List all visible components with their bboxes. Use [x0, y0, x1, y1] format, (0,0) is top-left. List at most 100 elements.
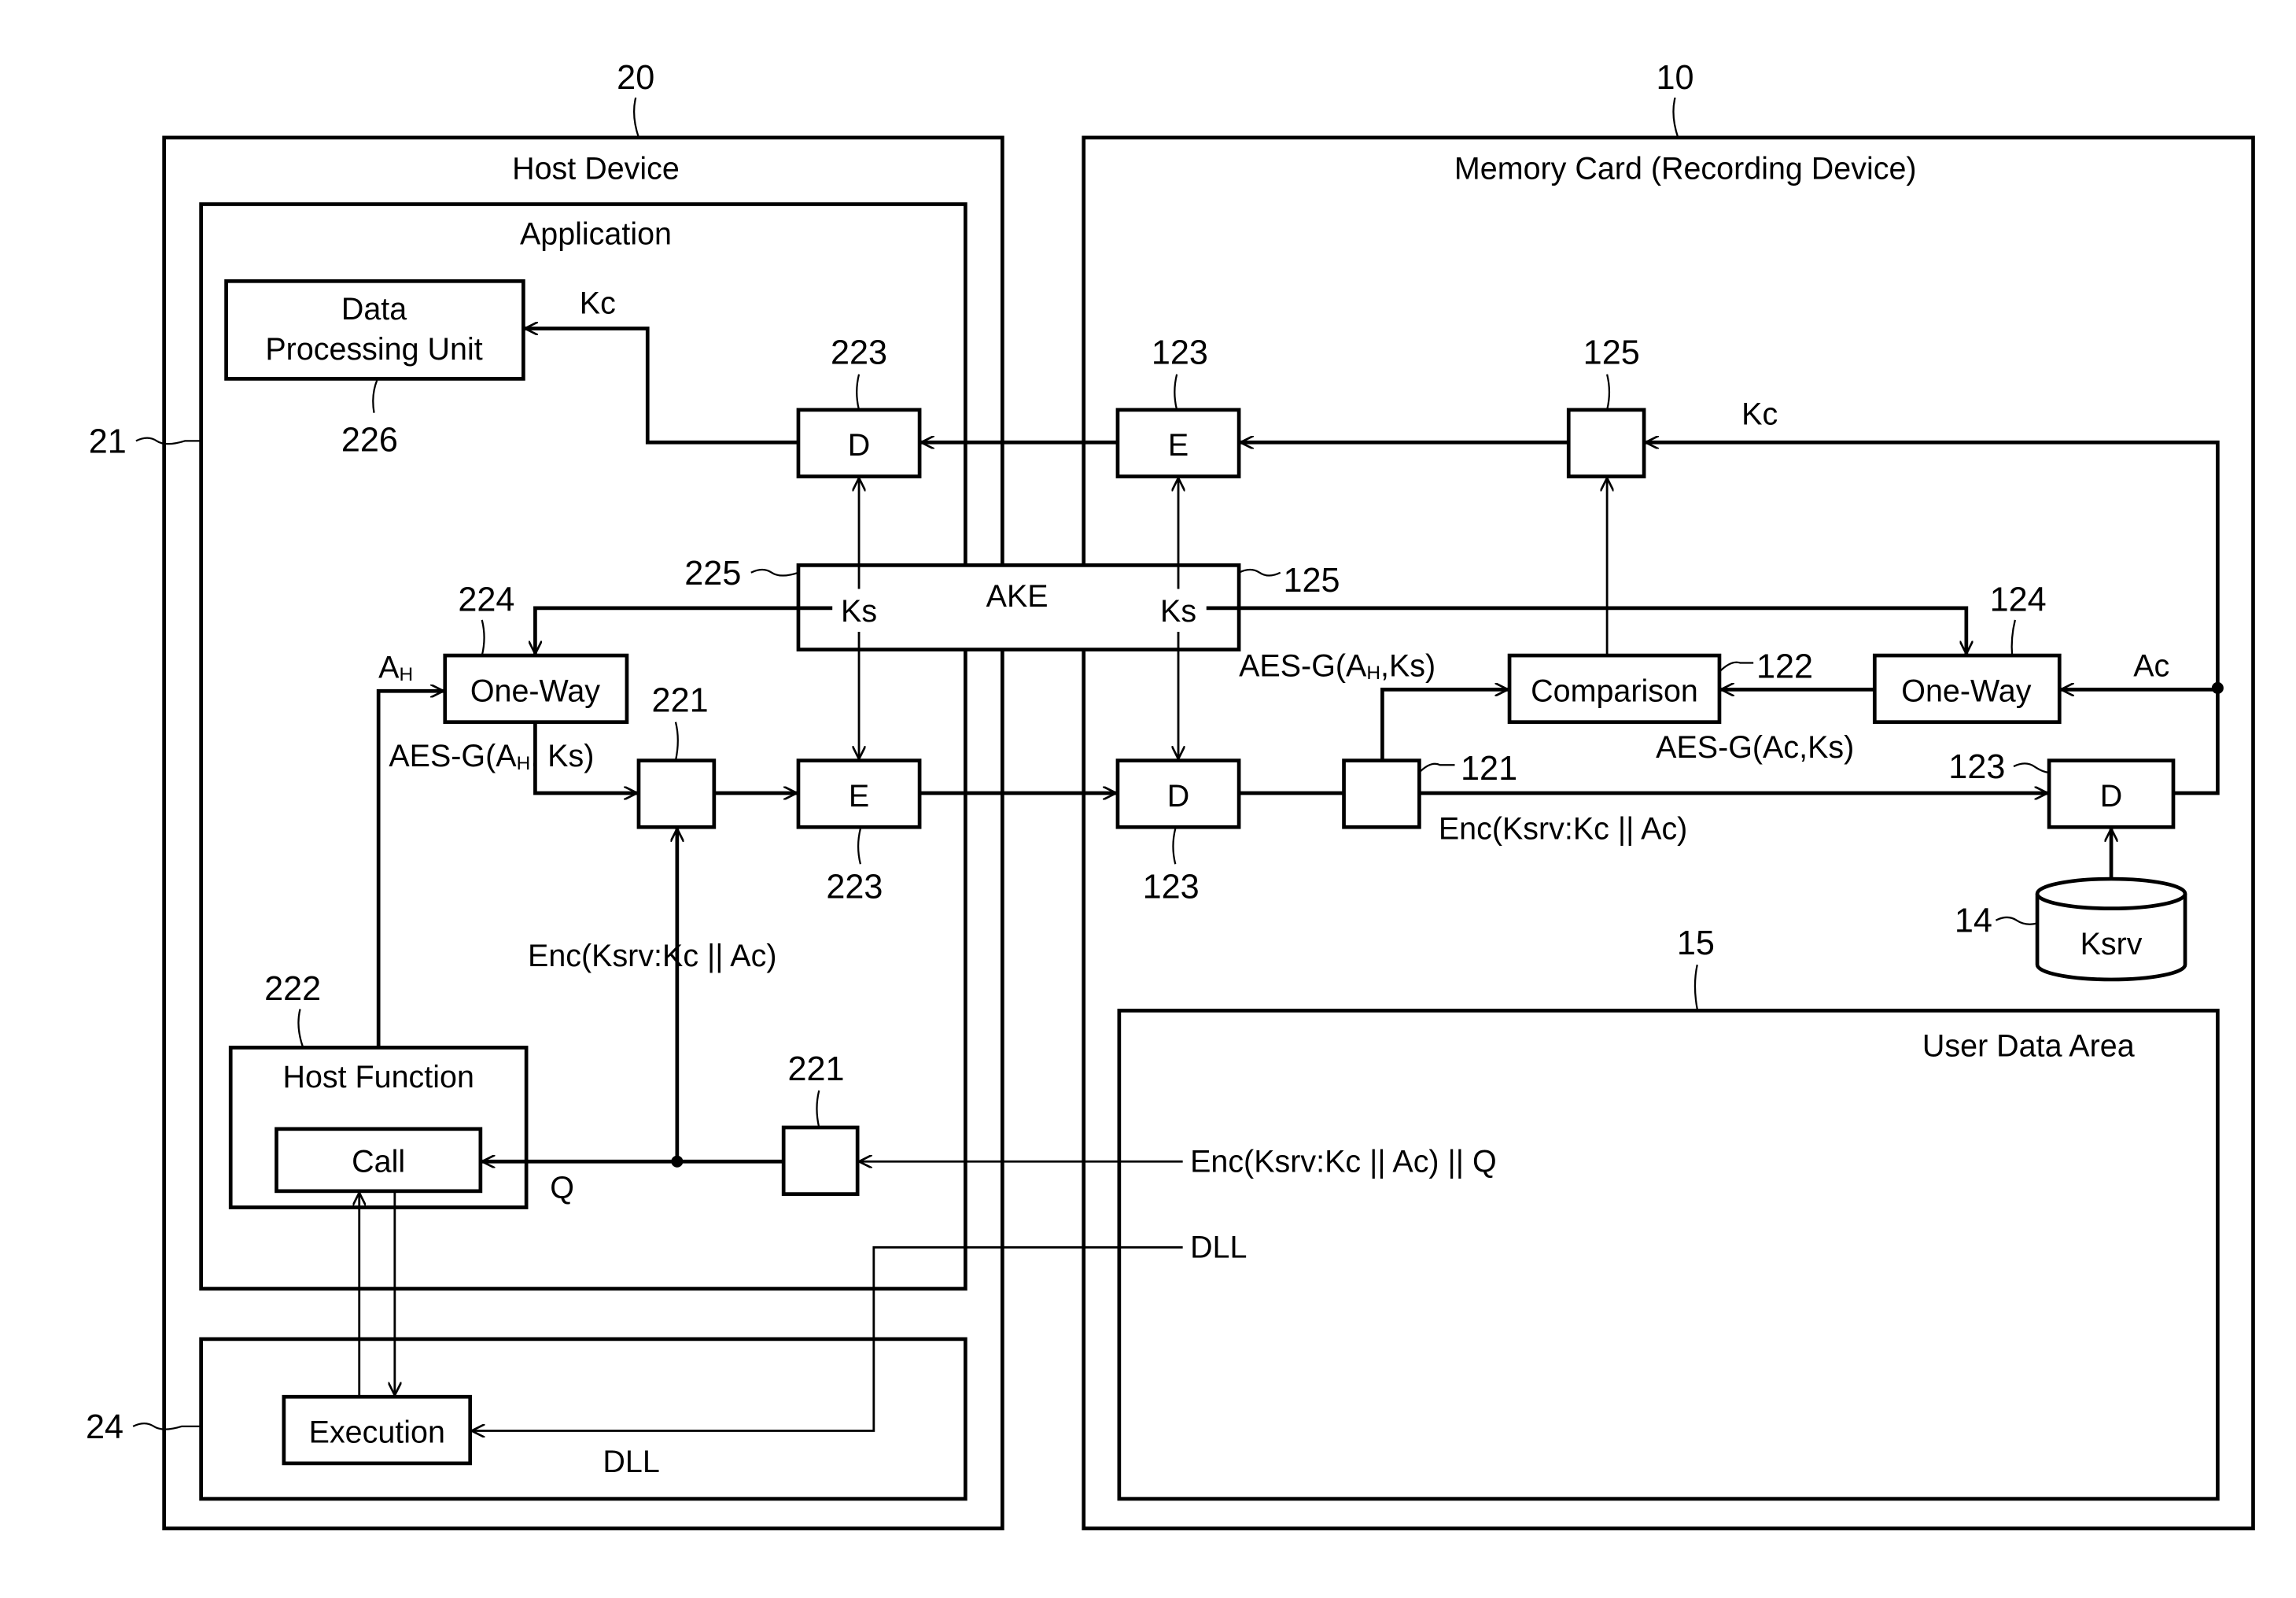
card-selector-ref: 125 — [1583, 334, 1640, 372]
user-data-area-ref-leader — [1693, 964, 1698, 1009]
host-function-label: Host Function — [282, 1060, 474, 1094]
host-selector-top-ref-leader — [674, 721, 679, 761]
host-one-way-ref: 224 — [458, 581, 514, 619]
execution-block: Execution — [282, 1394, 473, 1466]
comparison-ref-leader — [1719, 661, 1754, 673]
host-function-ref-leader — [297, 1009, 304, 1048]
host-selector-top-box — [636, 758, 717, 829]
application-ref-leader — [135, 437, 201, 445]
data-processing-unit: Data Processing Unit 226 — [224, 279, 525, 459]
card-encrypt-block: E 123 — [1115, 334, 1241, 478]
card-encrypt-ref-leader — [1174, 374, 1178, 411]
host-encrypt-block: E 223 — [796, 758, 922, 906]
dll-area-ref: 24 — [86, 1408, 123, 1446]
host-selector-bottom-box — [781, 1125, 860, 1196]
host-selector-bottom-ref-leader — [816, 1090, 820, 1128]
card-decrypt-ref-leader — [1172, 828, 1177, 865]
card-decrypt-label: D — [1167, 779, 1190, 814]
ksrv-ref: 14 — [1955, 902, 1992, 940]
aes-card-h-label: AES-G(AH,Ks) — [1239, 648, 1435, 684]
ksrv-label: Ksrv — [2080, 927, 2143, 961]
dpu-label-line1: Data — [341, 292, 407, 327]
ake-block: AKE Ks Ks 225 125 — [684, 555, 1340, 651]
kc-card-label: Kc — [1741, 397, 1778, 432]
card-d2-to-bus-line — [2174, 688, 2220, 795]
card-one-way-ref: 124 — [1990, 581, 2047, 619]
enc-card-label: Enc(Ksrv:Kc || Ac) — [1439, 811, 1687, 846]
card-splitter-box — [1342, 758, 1421, 829]
user-data-area-label: User Data Area — [1922, 1029, 2135, 1064]
dll-area-label: DLL — [603, 1445, 659, 1479]
card-decrypt-ref: 123 — [1143, 868, 1200, 906]
card-decrypt-block: D 123 — [1115, 758, 1241, 906]
card-splitter-ref-leader — [1418, 762, 1455, 773]
host-decrypt-label: D — [848, 428, 871, 463]
card-ref: 10 — [1657, 59, 1694, 97]
host-ref-leader — [632, 97, 640, 138]
card-selector: 125 — [1566, 334, 1646, 478]
host-encrypt-label: E — [849, 779, 869, 814]
ks-left-label: Ks — [841, 594, 877, 629]
ac-label: Ac — [2133, 648, 2169, 683]
card-selector-ref-leader — [1606, 374, 1611, 411]
ake-card-ref-leader — [1238, 568, 1281, 577]
kc-to-dpu-line — [525, 328, 798, 445]
card-decrypt2-ref: 123 — [1948, 748, 2005, 786]
kc-bus-to-selector-line — [1645, 442, 2220, 688]
application-title: Application — [520, 216, 672, 251]
card-encrypt-ref: 123 — [1152, 334, 1208, 372]
ks-right-label: Ks — [1160, 594, 1196, 629]
connections — [359, 328, 2224, 1430]
host-selector-top: 221 — [636, 682, 717, 829]
card-selector-box — [1566, 408, 1646, 478]
user-data-area-frame — [1117, 1009, 2220, 1501]
enc-q-label: Enc(Ksrv:Kc || Ac) || Q — [1190, 1144, 1497, 1179]
dpu-ref-leader — [372, 379, 378, 413]
host-one-way-label: One-Way — [470, 674, 600, 708]
card-one-way-ref-leader — [2010, 619, 2016, 656]
card-decrypt2-ref-leader — [2013, 762, 2050, 773]
ac-junction-dot — [2211, 681, 2224, 694]
comparison-label: Comparison — [1531, 674, 1698, 708]
enc-host-label: Enc(Ksrv:Kc || Ac) — [528, 939, 776, 973]
comparison-ref: 122 — [1756, 648, 1813, 685]
ah-label: AH — [378, 650, 413, 685]
ake-label: AKE — [986, 579, 1048, 614]
host-card-key-diagram: 20 Host Device Application 21 DLL 24 10 … — [86, 59, 2255, 1530]
ks-to-host-one-way-line — [535, 606, 833, 655]
host-selector-bottom-ref: 221 — [787, 1050, 844, 1088]
dpu-label-line2: Processing Unit — [265, 332, 482, 367]
execution-label: Execution — [309, 1415, 445, 1450]
dll-card-label: DLL — [1190, 1230, 1247, 1264]
kc-host-label: Kc — [580, 286, 616, 321]
call-label: Call — [352, 1144, 405, 1179]
dpu-ref: 226 — [341, 422, 398, 459]
card-decrypt2-label: D — [2100, 779, 2123, 814]
host-one-way-ref-leader — [481, 619, 485, 656]
host-selector-bottom: 221 — [781, 1050, 860, 1196]
card-title: Memory Card (Recording Device) — [1454, 152, 1917, 186]
application-ref: 21 — [89, 423, 127, 460]
host-decrypt-ref-leader — [856, 374, 861, 411]
host-decrypt-block: D 223 — [796, 334, 922, 478]
card-splitter-ref: 121 — [1461, 750, 1517, 788]
ks-to-card-one-way-line — [1206, 606, 1966, 655]
ake-host-ref: 225 — [684, 555, 741, 592]
host-selector-top-ref: 221 — [652, 682, 709, 720]
host-encrypt-ref: 223 — [826, 868, 883, 906]
aes-card-c-label: AES-G(Ac,Ks) — [1656, 730, 1854, 765]
dll-area-ref-leader — [132, 1422, 201, 1430]
enc-junction-dot — [671, 1155, 684, 1168]
user-data-area-ref: 15 — [1677, 924, 1715, 962]
host-encrypt-ref-leader — [857, 828, 862, 865]
aes-host-label: AES-G(AH, Ks) — [389, 739, 594, 774]
card-decrypt2-block: D 123 — [1948, 748, 2176, 829]
host-function-ref: 222 — [264, 970, 321, 1008]
q-label: Q — [550, 1171, 574, 1205]
host-title: Host Device — [512, 152, 680, 186]
ake-card-ref: 125 — [1283, 562, 1340, 600]
host-ref: 20 — [617, 59, 654, 97]
ksrv-ref-leader — [1995, 916, 2038, 925]
host-decrypt-ref: 223 — [831, 334, 887, 372]
comparison-block: Comparison 122 — [1507, 648, 1813, 725]
